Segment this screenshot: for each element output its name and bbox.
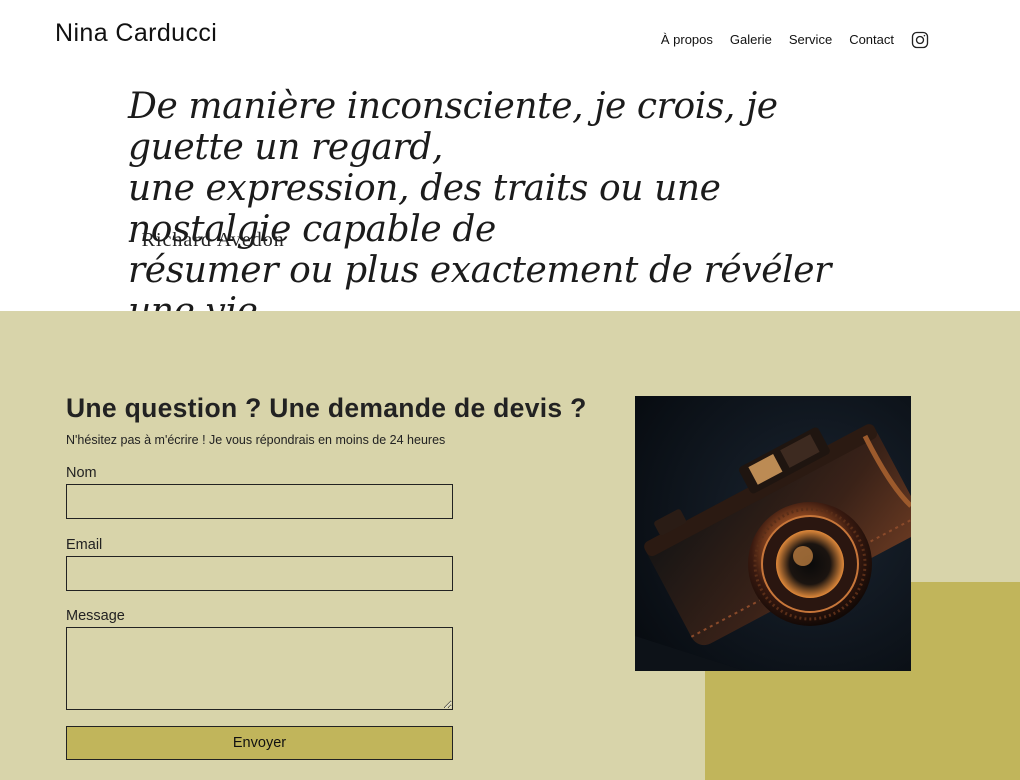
quote-line: De manière inconsciente, je crois, je gu… (128, 86, 778, 168)
name-field[interactable] (66, 484, 453, 519)
site-title[interactable]: Nina Carducci (55, 19, 217, 48)
nav-link-contact[interactable]: Contact (849, 32, 894, 47)
message-field[interactable] (66, 627, 453, 710)
quote-text: De manière inconsciente, je crois, je gu… (128, 86, 888, 332)
message-label: Message (66, 608, 125, 624)
instagram-icon[interactable] (910, 30, 930, 50)
email-field[interactable] (66, 556, 453, 591)
camera-illustration (635, 396, 911, 671)
quote-author: - Richard Avedon (128, 229, 285, 251)
contact-subtitle: N'hésitez pas à m'écrire ! Je vous répon… (66, 433, 446, 447)
nav-link-about[interactable]: À propos (661, 32, 713, 47)
page: Nina Carducci À propos Galerie Service C… (0, 0, 1020, 780)
nav-link-service[interactable]: Service (789, 32, 832, 47)
submit-button[interactable]: Envoyer (66, 726, 453, 760)
main-nav: À propos Galerie Service Contact (661, 29, 930, 50)
email-label: Email (66, 537, 103, 553)
camera-photo (635, 396, 911, 671)
nav-link-gallery[interactable]: Galerie (730, 32, 772, 47)
contact-title: Une question ? Une demande de devis ? (66, 393, 587, 423)
name-label: Nom (66, 465, 97, 481)
